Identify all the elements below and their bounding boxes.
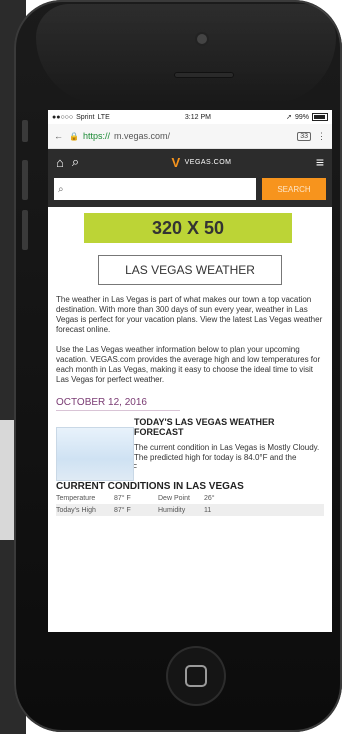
mute-switch [22,120,28,142]
section-title: LAS VEGAS WEATHER [98,255,282,285]
logo-text: VEGAS.COM [184,158,232,166]
network-label: LTE [97,113,110,121]
url-scheme: https:// [82,131,110,141]
back-arrow-icon[interactable]: ← [54,131,63,141]
search-row: ⌕ SEARCH [48,175,332,207]
cloud-image [56,427,134,481]
info-paragraph: Use the Las Vegas weather information be… [56,345,321,384]
phone-screen: ●●○○○ Sprint LTE 3:12 PM ➚ 99% ← 🔒 https… [48,110,332,632]
url-field[interactable]: 🔒 https:// m.vegas.com/ [69,131,291,141]
volume-up-button [22,160,28,200]
volume-down-button [22,210,28,250]
conditions-title: CURRENT CONDITIONS IN LAS VEGAS [56,481,244,492]
battery-icon [311,113,328,121]
table-row: Today's High 87° F Humidity 11 [56,504,324,516]
signal-icon: ●●○○○ [52,113,74,121]
cell-value: 87° F [114,506,131,514]
cell-label: Today's High [56,506,96,514]
url-host: m.vegas.com/ [113,131,171,141]
home-icon[interactable]: ⌂ [56,155,64,170]
cell-label: Temperature [56,494,96,502]
menu-icon[interactable]: ≡ [316,154,324,170]
forecast-body: The current condition in Las Vegas is Mo… [134,443,320,462]
browser-address-bar: ← 🔒 https:// m.vegas.com/ 33 ⋮ [48,124,332,149]
status-bar: ●●○○○ Sprint LTE 3:12 PM ➚ 99% [48,110,332,124]
search-icon[interactable]: ⌕ [72,154,79,170]
table-row: Temperature 87° F Dew Point 26° [56,492,324,504]
location-icon: ➚ [286,114,292,121]
battery-percent: 99% [294,113,309,121]
cell-label: Dew Point [158,494,190,502]
search-button[interactable]: SEARCH [262,178,326,200]
phone-glare [36,4,336,104]
forecast-block: TODAY'S LAS VEGAS WEATHER FORECAST The c… [56,417,324,481]
date-heading: OCTOBER 12, 2016 [56,397,180,411]
search-input-icon: ⌕ [58,183,64,195]
site-navbar: ⌂ ⌕ V VEGAS.COM ≡ [48,149,332,175]
cell-label: Humidity [158,506,186,514]
clock: 3:12 PM [184,113,211,121]
home-button[interactable] [168,648,224,704]
cell-value: 26° [204,494,215,502]
site-logo[interactable]: V VEGAS.COM [87,155,316,170]
lock-icon: 🔒 [69,131,79,141]
search-input[interactable]: ⌕ [54,178,256,200]
ad-banner[interactable]: 320 X 50 [84,213,292,243]
front-camera [197,34,207,44]
home-square-icon [185,665,207,687]
cell-value: 87° F [114,494,131,502]
logo-v-icon: V [171,154,181,170]
forecast-title: TODAY'S LAS VEGAS WEATHER FORECAST [134,417,275,437]
intro-paragraph: The weather in Las Vegas is part of what… [56,295,323,334]
tab-count-button[interactable]: 33 [297,131,311,141]
cell-value: 11 [204,506,212,514]
earpiece-speaker [174,72,234,78]
carrier-label: Sprint [76,113,95,121]
overflow-menu-icon[interactable]: ⋮ [317,131,326,142]
